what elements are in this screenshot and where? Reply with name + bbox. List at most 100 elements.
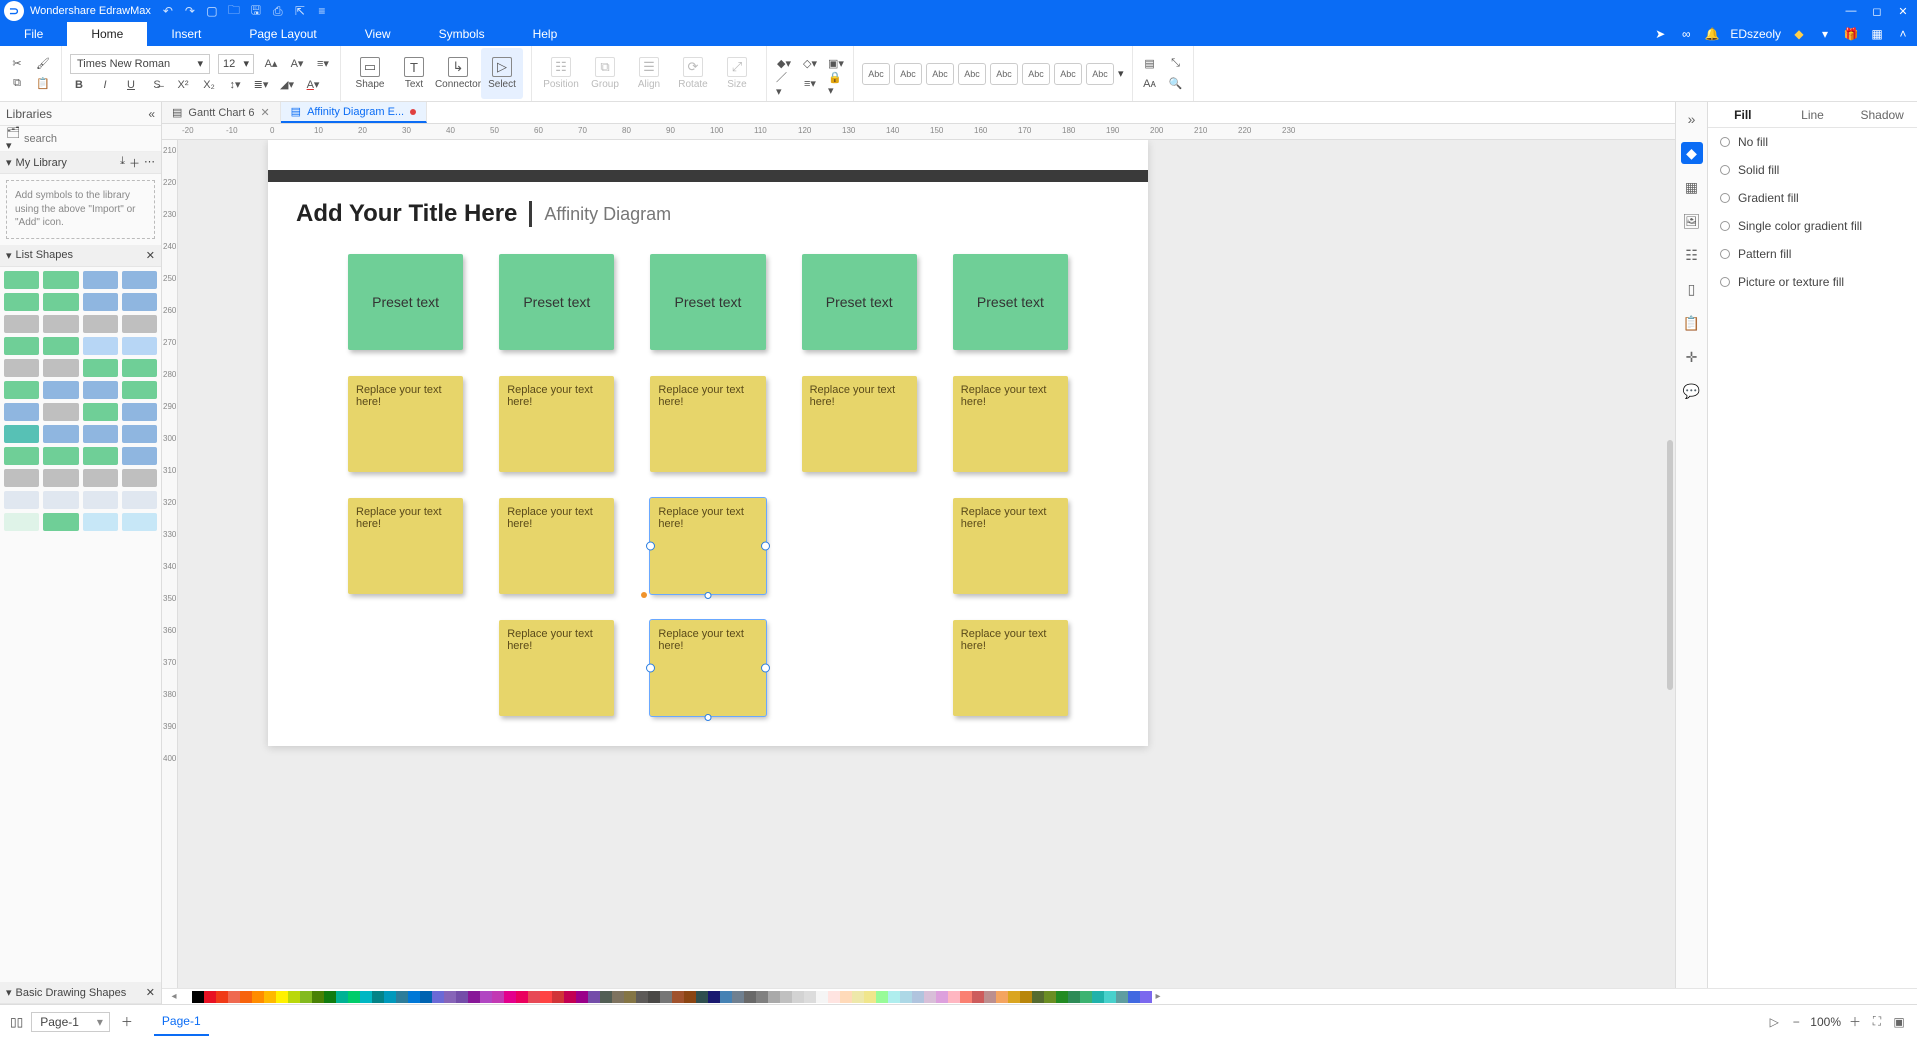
note-card[interactable]: Replace your text here! [499, 620, 614, 716]
color-swatch[interactable] [348, 991, 360, 1003]
color-swatch[interactable] [180, 991, 192, 1003]
fullscreen-icon[interactable]: ▣ [1891, 1015, 1907, 1029]
crosshair-icon[interactable]: ✛ [1681, 346, 1703, 368]
color-swatch[interactable] [216, 991, 228, 1003]
font-size-select[interactable]: 12▾ [218, 54, 254, 74]
note-card[interactable]: Replace your text here! [348, 498, 463, 594]
color-swatch[interactable] [1092, 991, 1104, 1003]
superscript-icon[interactable]: X² [174, 76, 192, 94]
color-swatch[interactable] [336, 991, 348, 1003]
user-name[interactable]: EDszeoly [1730, 27, 1781, 41]
align-button[interactable]: ☰Align [628, 48, 670, 99]
color-swatch[interactable] [888, 991, 900, 1003]
library-menu-icon[interactable]: 🗂▾ [6, 126, 20, 152]
color-swatch[interactable] [756, 991, 768, 1003]
color-swatch[interactable] [408, 991, 420, 1003]
lock-icon[interactable]: 🔒▾ [827, 75, 845, 93]
shape-thumb[interactable] [122, 513, 157, 531]
shape-thumb[interactable] [122, 403, 157, 421]
new-icon[interactable]: ▢ [205, 4, 219, 18]
find-icon[interactable]: 🔍 [1167, 75, 1185, 93]
theme-icon[interactable]: ◆ [1681, 142, 1703, 164]
color-swatch[interactable] [264, 991, 276, 1003]
position-button[interactable]: ☷Position [540, 48, 582, 99]
font-replace-icon[interactable]: Aᴀ [1141, 75, 1159, 93]
page-setup-icon[interactable]: ▤ [1141, 55, 1159, 73]
color-swatch[interactable] [744, 991, 756, 1003]
color-swatch[interactable] [972, 991, 984, 1003]
crop-icon[interactable]: ⤡ [1167, 55, 1185, 73]
shape-thumb[interactable] [122, 293, 157, 311]
doc-tab-affinity[interactable]: ▤ Affinity Diagram E... [281, 102, 427, 123]
shape-thumb[interactable] [122, 469, 157, 487]
color-swatch[interactable] [1020, 991, 1032, 1003]
shape-thumb[interactable] [4, 491, 39, 509]
send-icon[interactable]: ➤ [1652, 27, 1668, 41]
preset-card[interactable]: Preset text [953, 254, 1068, 350]
color-swatch[interactable] [384, 991, 396, 1003]
shape-thumb[interactable] [83, 491, 118, 509]
shape-thumb[interactable] [83, 271, 118, 289]
color-swatch[interactable] [1128, 991, 1140, 1003]
color-swatch[interactable] [696, 991, 708, 1003]
share-icon[interactable]: ∞ [1678, 27, 1694, 41]
note-card[interactable]: Replace your text here! [499, 498, 614, 594]
select-tool[interactable]: ▷Select [481, 48, 523, 99]
color-swatch[interactable] [396, 991, 408, 1003]
color-swatch[interactable] [360, 991, 372, 1003]
shape-thumb[interactable] [43, 315, 78, 333]
color-swatch[interactable] [852, 991, 864, 1003]
cut-icon[interactable]: ✂ [8, 55, 26, 73]
shape-thumb[interactable] [4, 337, 39, 355]
color-swatch[interactable] [828, 991, 840, 1003]
shape-thumb[interactable] [83, 293, 118, 311]
color-swatch[interactable] [876, 991, 888, 1003]
color-swatch[interactable] [456, 991, 468, 1003]
fill-option-gradient[interactable]: Gradient fill [1708, 184, 1917, 212]
shape-thumb[interactable] [4, 403, 39, 421]
grid-icon[interactable]: ▦ [1869, 27, 1885, 41]
shape-thumb[interactable] [43, 403, 78, 421]
shape-tool[interactable]: ▭Shape [349, 48, 391, 99]
zoom-out-icon[interactable]: − [1788, 1015, 1804, 1029]
shape-thumb[interactable] [122, 337, 157, 355]
color-swatch[interactable] [1044, 991, 1056, 1003]
line-color-icon[interactable]: ◇▾ [801, 55, 819, 73]
color-swatch[interactable] [480, 991, 492, 1003]
style-swatch[interactable]: Abc [1054, 63, 1082, 85]
shape-thumb[interactable] [43, 447, 78, 465]
note-card[interactable]: Replace your text here! [953, 620, 1068, 716]
style-swatch[interactable]: Abc [894, 63, 922, 85]
close-tab-icon[interactable]: ✕ [260, 106, 269, 119]
color-swatch[interactable] [984, 991, 996, 1003]
color-swatch[interactable] [708, 991, 720, 1003]
minimize-icon[interactable]: — [1843, 5, 1859, 18]
shape-thumb[interactable] [4, 271, 39, 289]
menu-file[interactable]: File [0, 22, 67, 46]
shape-thumb[interactable] [83, 513, 118, 531]
color-swatch[interactable] [240, 991, 252, 1003]
bold-icon[interactable]: B [70, 76, 88, 94]
color-swatch[interactable] [840, 991, 852, 1003]
basic-shapes-header[interactable]: ▾ Basic Drawing Shapes ✕ [0, 982, 161, 1004]
style-swatch[interactable]: Abc [958, 63, 986, 85]
note-card[interactable]: Replace your text here! [953, 376, 1068, 472]
gift-icon[interactable]: 🎁 [1843, 27, 1859, 41]
fill-option-pattern[interactable]: Pattern fill [1708, 240, 1917, 268]
shape-thumb[interactable] [83, 315, 118, 333]
tab-shadow[interactable]: Shadow [1847, 102, 1917, 127]
font-family-select[interactable]: Times New Roman▾ [70, 54, 210, 74]
note-card[interactable]: Replace your text here! [348, 376, 463, 472]
connector-tool[interactable]: ↳Connector [437, 48, 479, 99]
tab-fill[interactable]: Fill [1708, 102, 1778, 127]
shape-thumb[interactable] [83, 425, 118, 443]
shape-thumb[interactable] [4, 293, 39, 311]
shape-thumb[interactable] [43, 271, 78, 289]
color-swatch[interactable] [276, 991, 288, 1003]
menu-symbols[interactable]: Symbols [415, 22, 509, 46]
color-swatch[interactable] [912, 991, 924, 1003]
color-swatch[interactable] [540, 991, 552, 1003]
color-swatch[interactable] [372, 991, 384, 1003]
shape-thumb[interactable] [4, 359, 39, 377]
colorbar-right-icon[interactable]: ▸ [1152, 991, 1164, 1002]
